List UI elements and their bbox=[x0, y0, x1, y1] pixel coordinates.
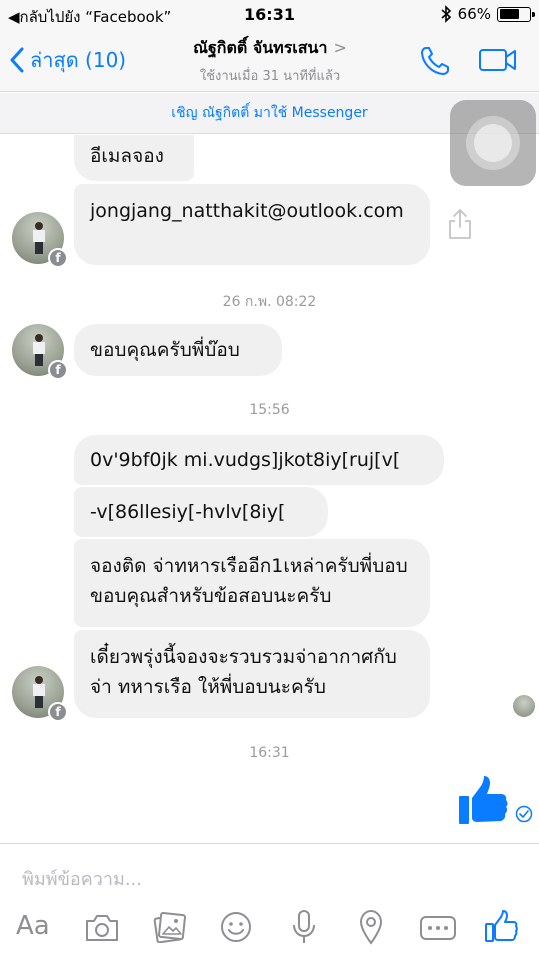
status-bar: ◀กลับไปยัง “Facebook” 16:31 66% bbox=[0, 0, 539, 30]
more-options-icon[interactable] bbox=[419, 915, 457, 941]
assistive-touch-button[interactable] bbox=[450, 100, 536, 186]
back-label: ล่าสุด (10) bbox=[30, 48, 127, 72]
battery-icon bbox=[497, 6, 535, 22]
message-bubble[interactable]: ขอบคุณครับพี่บ๊อบ bbox=[74, 324, 282, 376]
contact-avatar[interactable]: f bbox=[12, 666, 68, 722]
composer-toolbar: Aa bbox=[0, 905, 539, 953]
emoji-icon[interactable] bbox=[220, 911, 252, 943]
last-active-status: ใช้งานเมื่อ 31 นาทีที่แล้ว bbox=[199, 69, 341, 84]
message-bubble[interactable]: 0v'9bf0jk mi.vudgs]jkot8iy[ruj[v[ bbox=[74, 435, 444, 485]
battery-percent: 66% bbox=[457, 5, 491, 23]
facebook-badge-icon: f bbox=[48, 702, 68, 722]
conversation-header: ล่าสุด (10) ณัฐกิตติ์ จันทรเสนา > ใช้งานเ… bbox=[0, 30, 539, 92]
message-bubble[interactable]: เดี๋ยวพรุ่งนี้จองจะรวบรวมจ่าอากาศกับจ่า … bbox=[74, 630, 430, 718]
location-pin-icon[interactable] bbox=[358, 909, 384, 945]
facebook-badge-icon: f bbox=[48, 360, 68, 380]
message-bubble[interactable]: -v[86llesiy[-hvlv[8iy[ bbox=[74, 487, 328, 537]
camera-icon[interactable] bbox=[84, 913, 120, 943]
seen-by-avatar bbox=[513, 695, 535, 717]
share-icon[interactable] bbox=[447, 207, 473, 241]
contact-avatar[interactable]: f bbox=[12, 324, 68, 380]
microphone-icon[interactable] bbox=[291, 909, 317, 945]
message-bubble[interactable]: จองติด จ่าทหารเรืออีก1เหล่าครับพี่บอบขอบ… bbox=[74, 539, 430, 627]
timestamp: 26 ก.พ. 08:22 bbox=[222, 294, 317, 310]
text-format-button[interactable]: Aa bbox=[16, 911, 50, 941]
timestamp: 16:31 bbox=[249, 745, 290, 761]
message-bubble[interactable]: jongjang_natthakit@outlook.com bbox=[74, 184, 430, 265]
contact-avatar[interactable]: f bbox=[12, 212, 68, 268]
thumbs-up-sent-icon[interactable] bbox=[457, 774, 509, 826]
timestamp: 15:56 bbox=[249, 402, 290, 418]
chevron-left-icon bbox=[10, 47, 24, 73]
message-bubble[interactable]: อีเมลจอง bbox=[74, 135, 194, 181]
status-right: 66% bbox=[440, 5, 535, 23]
video-call-icon[interactable] bbox=[478, 46, 518, 74]
photo-gallery-icon[interactable] bbox=[152, 911, 186, 943]
phone-call-icon[interactable] bbox=[418, 44, 452, 78]
delivered-check-icon bbox=[515, 805, 533, 823]
contact-title[interactable]: ณัฐกิตติ์ จันทรเสนา > ใช้งานเมื่อ 31 นาที… bbox=[150, 36, 390, 86]
facebook-badge-icon: f bbox=[48, 248, 68, 268]
thumbs-up-icon[interactable] bbox=[484, 909, 518, 943]
chevron-right-icon: > bbox=[333, 38, 347, 57]
bluetooth-icon bbox=[441, 5, 451, 23]
message-input[interactable]: พิมพ์ข้อความ... bbox=[22, 864, 142, 893]
contact-name: ณัฐกิตติ์ จันทรเสนา bbox=[193, 38, 328, 57]
back-button[interactable]: ล่าสุด (10) bbox=[10, 44, 126, 76]
